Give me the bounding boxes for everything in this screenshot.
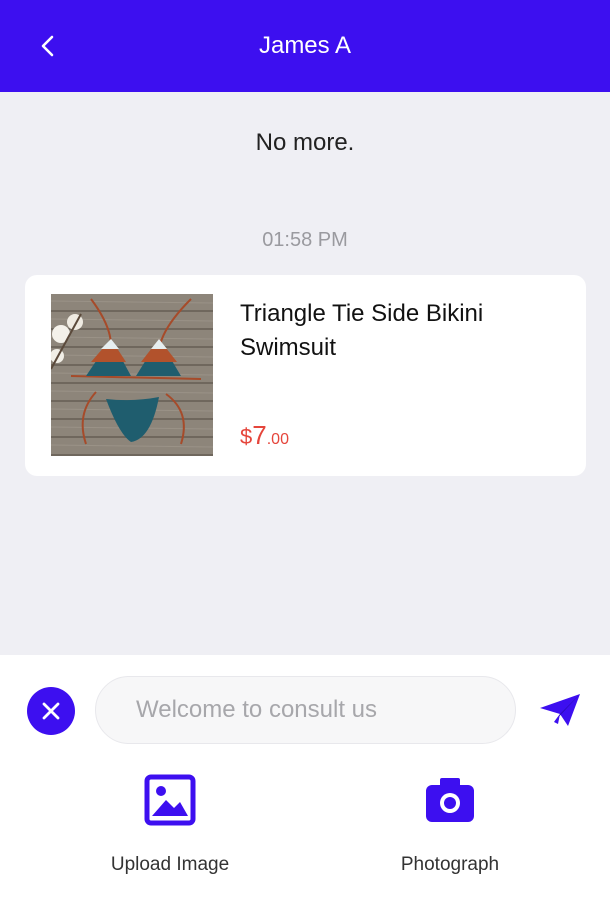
send-icon (540, 694, 580, 726)
photograph-label: Photograph (400, 854, 500, 875)
price-decimal: .00 (266, 431, 289, 448)
close-button[interactable] (27, 687, 75, 735)
product-card[interactable]: Triangle Tie Side Bikini Swimsuit $7.00 (25, 275, 586, 476)
no-more-label: No more. (255, 129, 355, 156)
close-icon (42, 702, 60, 720)
camera-icon (426, 778, 474, 822)
upload-image-button[interactable]: Upload Image (70, 770, 270, 876)
photograph-button[interactable]: Photograph (350, 770, 550, 876)
product-name: Triangle Tie Side Bikini Swimsuit (240, 300, 484, 361)
message-timestamp: 01:58 PM (262, 229, 348, 251)
send-button[interactable] (536, 689, 584, 731)
product-price: $7.00 (240, 420, 289, 451)
price-integer: 7 (252, 420, 267, 450)
image-icon (144, 774, 196, 826)
app-header: James A (0, 0, 610, 92)
chat-title: James A (258, 32, 352, 59)
product-image (51, 294, 213, 456)
price-currency: $ (240, 424, 253, 449)
message-input[interactable] (95, 676, 516, 744)
composer-panel: Upload Image Photograph (0, 655, 610, 900)
upload-image-label: Upload Image (110, 854, 230, 875)
